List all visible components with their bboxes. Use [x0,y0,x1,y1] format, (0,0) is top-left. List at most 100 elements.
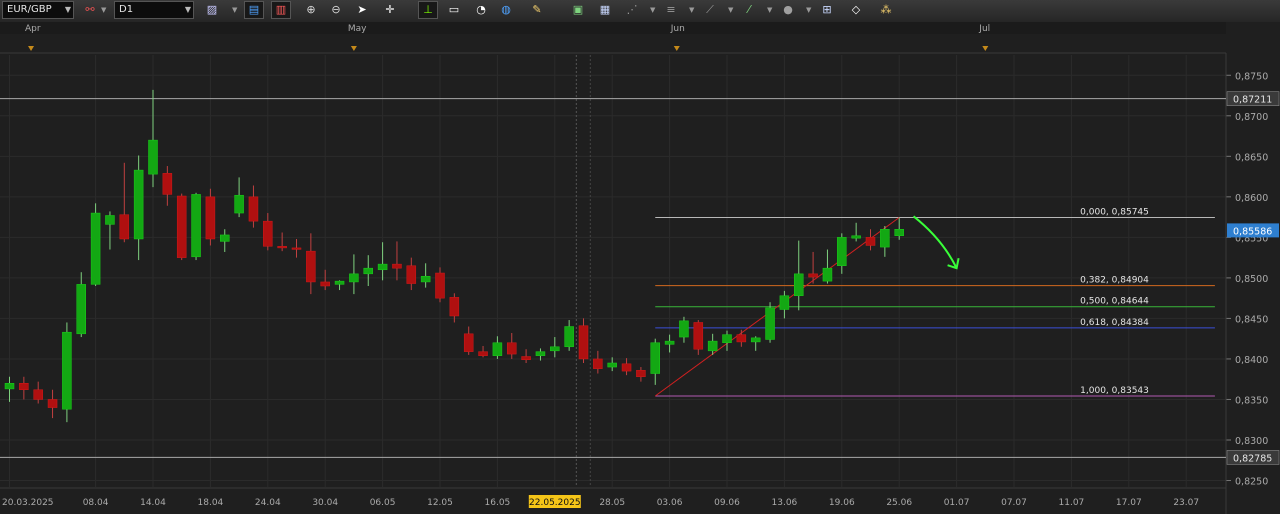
toolbar: EUR/GBP ▼ ⚯ ▼ D1 ▼ ▨ ▼ ▤ ▥ ⊕ ⊖ ➤ ✛ ⊥ ▭ ◔ ◍ ✎ ▣ ▦ ⋰ ▼ ≡ ▼ ⟋ ▼… [0,0,1280,23]
crosshair-icon[interactable]: ✛ [380,1,400,19]
candle-body [765,307,775,340]
objects-icon[interactable]: ⊞ [817,1,837,19]
x-tick-label: 03.06 [657,498,683,508]
symbol-select[interactable]: EUR/GBP ▼ [2,1,74,19]
trendline-icon[interactable]: ⟋ [700,1,720,19]
candle-body [621,363,632,372]
y-tick-label: 0,8500 [1235,274,1268,285]
x-tick-label: 07.07 [1001,498,1027,508]
hlines-dropdown-icon[interactable]: ▼ [689,1,694,19]
x-tick-label: 28.05 [599,498,625,508]
fib-level-label: 0,000, 0,85745 [1080,208,1149,218]
timeframe-label: D1 [119,4,134,15]
lines-dropdown-icon[interactable]: ▼ [650,1,655,19]
candle-body [90,212,101,285]
candle-body [420,276,431,283]
image-icon[interactable]: ▣ [568,1,588,19]
candle-body [76,284,86,335]
y-tick-label: 0,8700 [1235,112,1268,123]
month-label: Apr [25,24,41,34]
candle-body [722,334,732,343]
candle-body [33,389,43,400]
link-icon[interactable]: ⚯ [80,1,100,19]
y-tick-label: 0,8650 [1235,152,1268,163]
month-label: May [348,24,367,34]
candle-body [650,342,660,374]
x-tick-label: 30.04 [312,498,338,508]
hlines-icon[interactable]: ≡ [661,1,681,19]
price-level-icon[interactable]: ⊥ [418,1,438,19]
candle-body [750,337,761,343]
shapes-icon[interactable]: ● [778,1,798,19]
alarm-icon[interactable]: ◔ [471,1,491,19]
x-tick-label: 11.07 [1059,498,1085,508]
candle-body [707,340,718,352]
candle-body [334,280,345,285]
candle-body [607,362,617,368]
candle-body [47,399,58,408]
link-dropdown-icon[interactable]: ▼ [101,1,106,19]
candle-body [822,267,833,282]
y-tick-label: 0,8350 [1235,395,1268,406]
candle-body [851,235,861,239]
y-tick-label: 0,8600 [1235,193,1268,204]
globe-icon[interactable]: ◍ [496,1,516,19]
candle-body [449,297,460,317]
chart-type-icon[interactable]: ▨ [202,1,222,19]
price-chart[interactable]: 0,8250 0,8300 0,8350 0,8400 0,8450 0,8500 0,85… [0,22,1280,514]
candle-body [148,139,158,175]
candle-body [263,220,273,247]
candle-body [535,351,546,356]
pencil-icon[interactable]: ✎ [527,1,547,19]
candle-body [363,267,373,275]
candle-body [220,234,230,242]
fib-level-label: 0,500, 0,84644 [1080,297,1149,307]
timeframe-select[interactable]: D1 ▼ [114,1,194,19]
x-tick-label: 09.06 [714,498,740,508]
candle-body [133,169,144,240]
chevron-down-icon: ▼ [184,5,191,14]
x-tick-label: 17.07 [1116,498,1142,508]
candle-body [306,250,316,283]
signals-icon[interactable]: ⁂ [876,1,896,19]
zoom-in-icon[interactable]: ⊕ [301,1,321,19]
candle-body [392,263,402,269]
indicator-macd-icon[interactable]: ▥ [271,1,291,19]
x-tick-label: 08.04 [83,498,109,508]
current-price-label: 0,85586 [1233,226,1272,237]
x-tick-label: 13.06 [772,498,798,508]
candle-body [564,326,574,348]
x-tick-label: 20.03.2025 [2,498,54,508]
x-tick-label: 12.05 [427,498,453,508]
x-tick-label: 23.07 [1173,498,1199,508]
zoom-out-icon[interactable]: ⊖ [326,1,346,19]
candle-body [636,370,646,378]
brush-icon[interactable]: ⁄ [739,1,759,19]
trendline-dropdown-icon[interactable]: ▼ [728,1,733,19]
indicator-rsi-icon[interactable]: ▤ [244,1,264,19]
candle-body [507,342,517,355]
candle-body [377,263,388,271]
shapes-dropdown-icon[interactable]: ▼ [806,1,811,19]
cursor-icon[interactable]: ➤ [352,1,372,19]
lines-icon[interactable]: ⋰ [622,1,642,19]
candle-body [291,247,302,250]
candle-body [119,214,130,240]
candle-body [234,194,244,214]
template-icon[interactable]: ▦ [595,1,615,19]
candle-body [779,295,790,310]
chart-type-dropdown-icon[interactable]: ▼ [232,1,237,19]
candle-body [478,351,488,356]
candle-body [693,322,704,350]
candle-body [463,333,474,352]
symbol-label: EUR/GBP [7,4,52,15]
note-icon[interactable]: ▭ [444,1,464,19]
price-tag-label: 0,82785 [1233,453,1272,464]
candle-body [19,383,29,390]
candle-body [162,173,173,195]
month-label: Jun [670,24,685,34]
eraser-icon[interactable]: ◇ [846,1,866,19]
y-tick-label: 0,8300 [1235,436,1268,447]
y-tick-label: 0,8250 [1235,477,1268,488]
brush-dropdown-icon[interactable]: ▼ [767,1,772,19]
